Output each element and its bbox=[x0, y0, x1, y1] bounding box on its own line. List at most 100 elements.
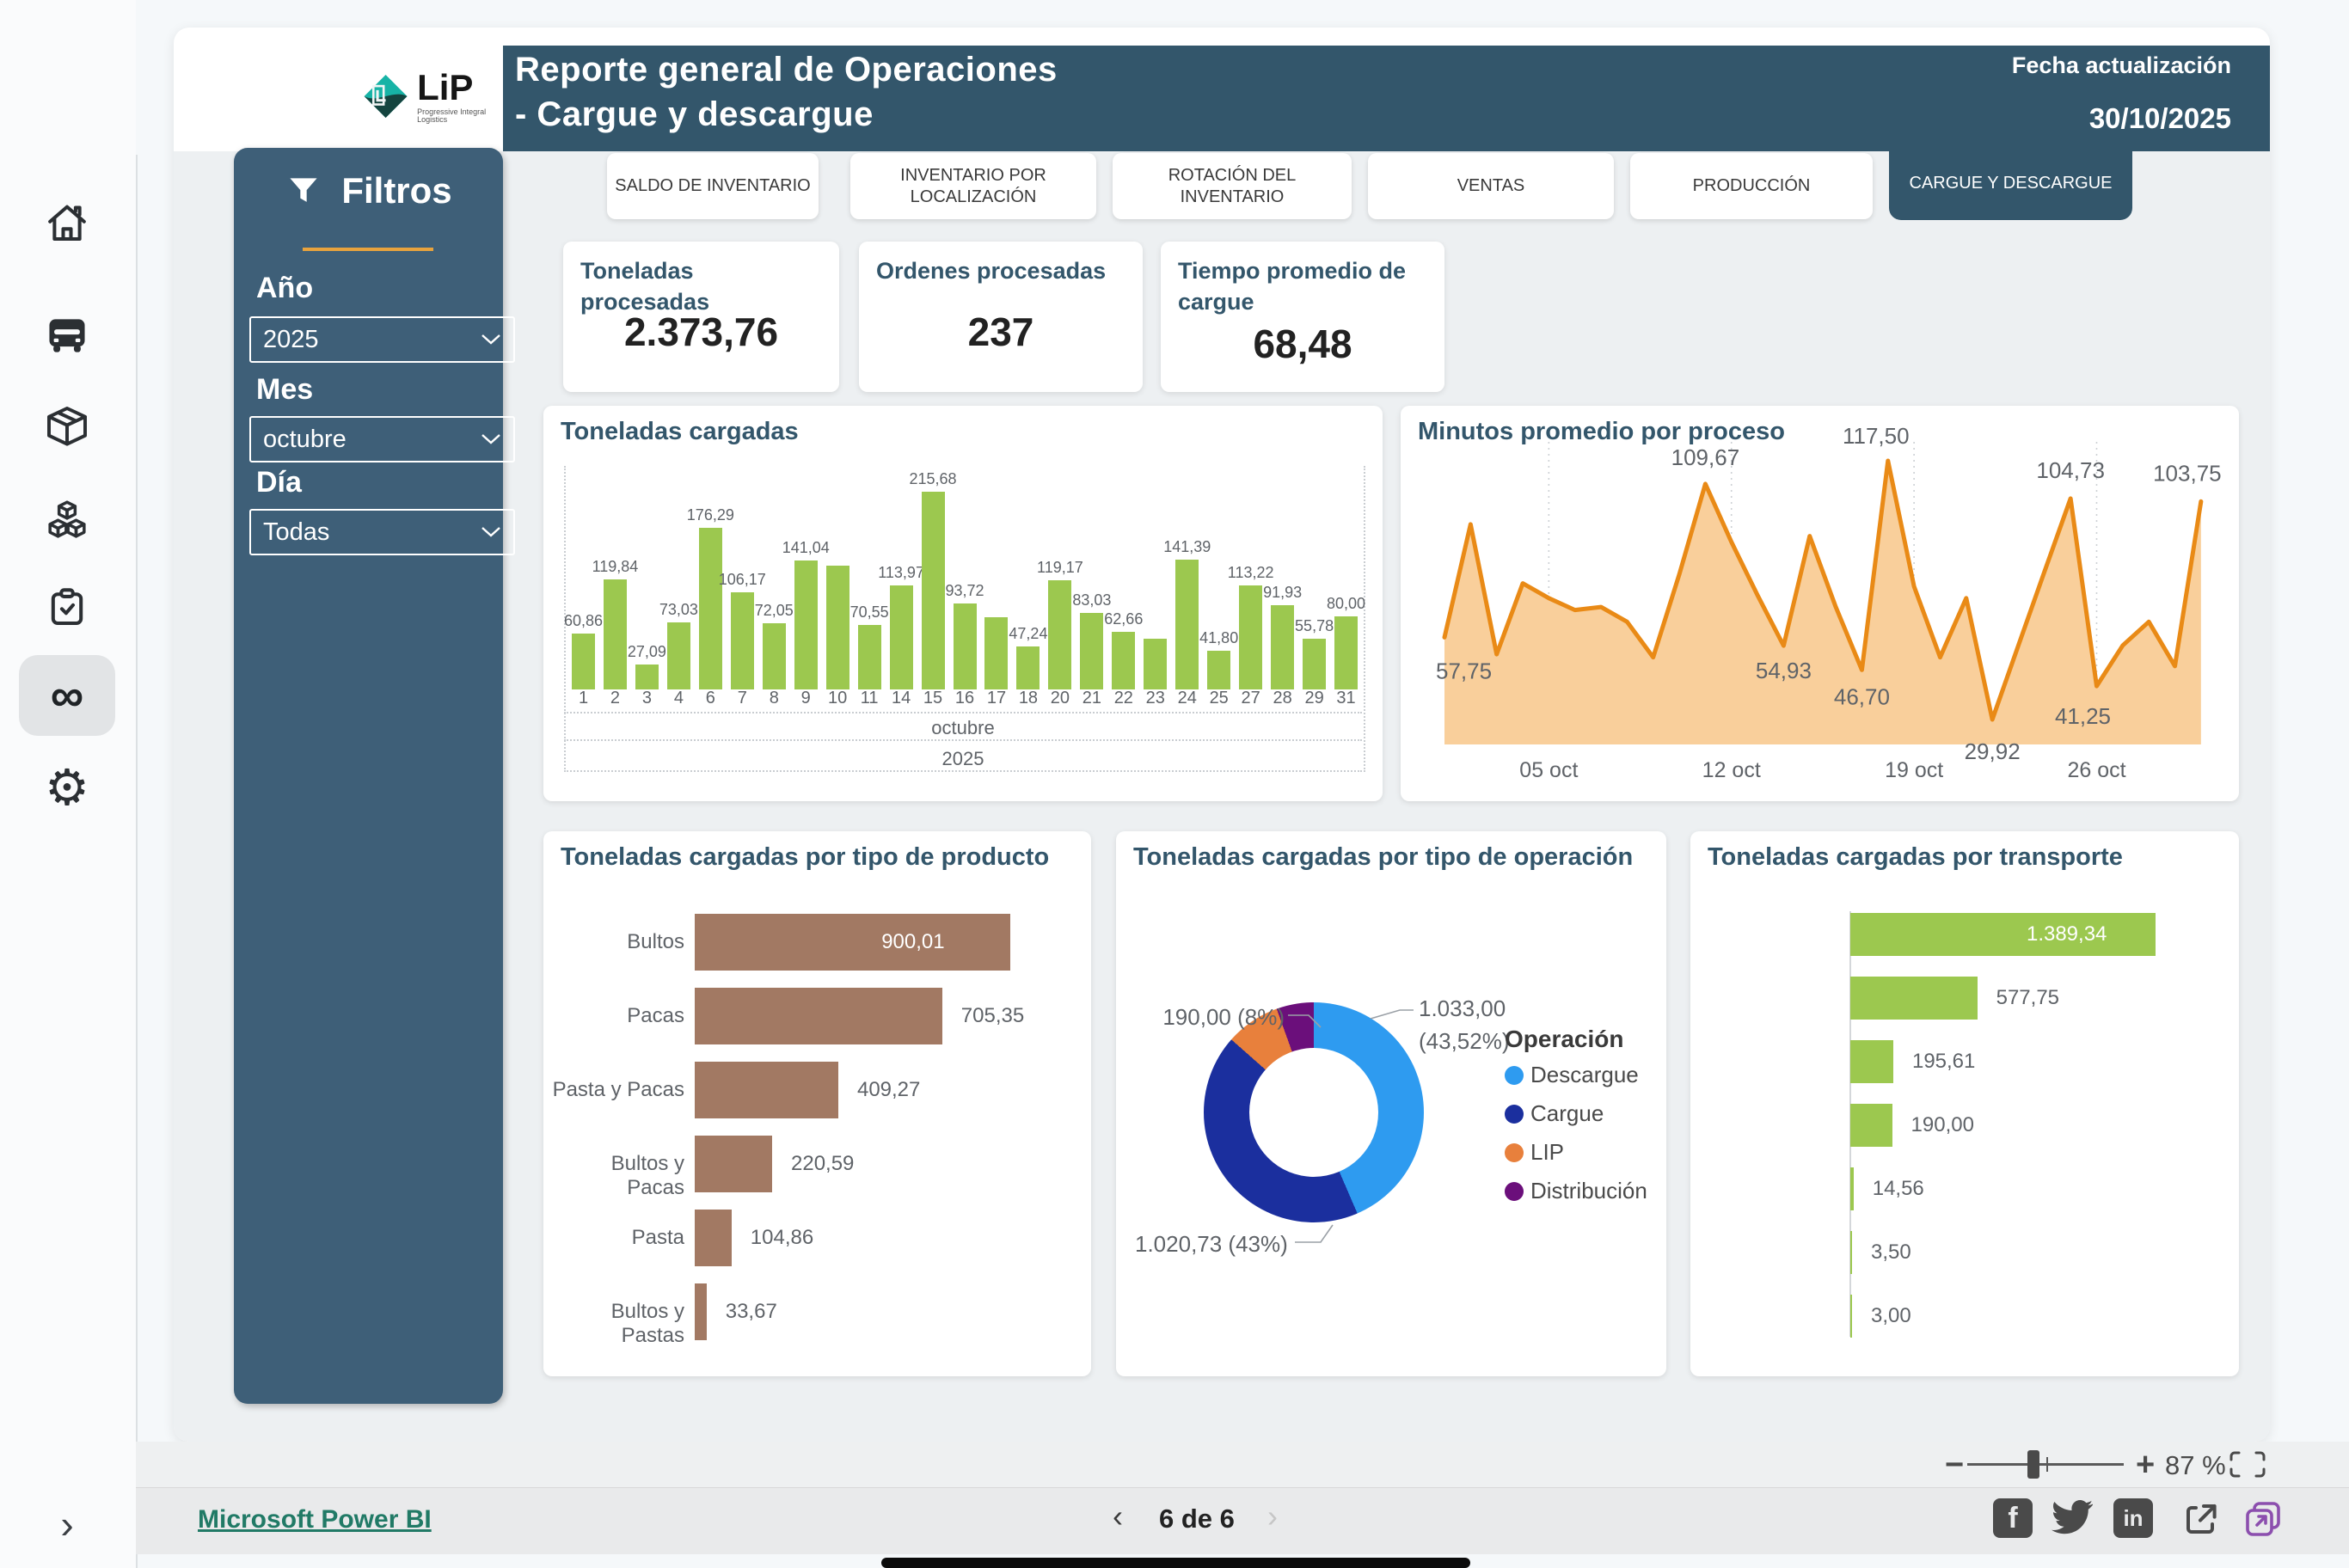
legend-item-cargue[interactable]: Cargue bbox=[1505, 1100, 1604, 1127]
bar-day-3[interactable]: 27,09 bbox=[631, 466, 663, 689]
bar-day-27[interactable]: 113,22 bbox=[1235, 466, 1266, 689]
legend-item-distribución[interactable]: Distribución bbox=[1505, 1178, 1647, 1204]
bar-day-22[interactable]: 62,66 bbox=[1107, 466, 1139, 689]
tab-ventas[interactable]: VENTAS bbox=[1368, 153, 1614, 219]
legend-item-descargue[interactable]: Descargue bbox=[1505, 1062, 1639, 1088]
next-page-chevron[interactable]: › bbox=[1267, 1498, 1278, 1534]
hbar-rows: Bultos900,01Pacas705,35Pasta y Pacas409,… bbox=[543, 831, 1091, 1376]
zoom-out-button[interactable]: − bbox=[1945, 1447, 1964, 1484]
x-tick-label: 27 bbox=[1235, 689, 1266, 708]
legend-item-lip[interactable]: LIP bbox=[1505, 1139, 1564, 1166]
truck-icon[interactable] bbox=[43, 312, 91, 360]
chevron-down-icon bbox=[481, 526, 501, 538]
x-tick-label: 8 bbox=[758, 689, 790, 708]
tab-produccion[interactable]: PRODUCCIÓN bbox=[1630, 153, 1873, 219]
bar-value-label: 104,86 bbox=[751, 1226, 813, 1250]
twitter-icon[interactable] bbox=[2052, 1500, 2093, 1536]
bar-day-9[interactable]: 141,04 bbox=[790, 466, 822, 689]
bar-day-21[interactable]: 83,03 bbox=[1076, 466, 1107, 689]
x-tick-label: 18 bbox=[1012, 689, 1044, 708]
fullscreen-icon[interactable] bbox=[2229, 1450, 2266, 1479]
kpi-value: 2.373,76 bbox=[563, 309, 839, 355]
x-tick-label: 10 bbox=[822, 689, 854, 708]
x-tick-label: 25 bbox=[1203, 689, 1235, 708]
hbar-0[interactable] bbox=[695, 914, 1010, 971]
bar-value-label: 33,67 bbox=[726, 1300, 777, 1324]
hbar-4[interactable] bbox=[695, 1210, 732, 1266]
hbar-3[interactable] bbox=[1850, 1104, 1892, 1147]
filter-dropdown-mes[interactable]: octubre bbox=[249, 416, 515, 462]
bar-day-1[interactable]: 60,86 bbox=[567, 466, 599, 689]
hbar-4[interactable] bbox=[1850, 1167, 1854, 1210]
bar-day-14[interactable]: 113,97 bbox=[886, 466, 917, 689]
bar-day-7[interactable]: 106,17 bbox=[727, 466, 758, 689]
infinity-icon[interactable]: ∞ bbox=[43, 671, 91, 720]
area-chart-canvas[interactable]: 05 oct12 oct19 oct26 oct57,75109,6754,93… bbox=[1401, 406, 2239, 801]
bar-day-17[interactable] bbox=[980, 466, 1012, 689]
settings-gear-icon[interactable]: ⚙ bbox=[43, 764, 91, 812]
share-icon[interactable] bbox=[2180, 1498, 2222, 1540]
bar-day-4[interactable]: 73,03 bbox=[663, 466, 695, 689]
linkedin-icon[interactable]: in bbox=[2113, 1498, 2153, 1538]
legend-dot-icon bbox=[1505, 1066, 1524, 1085]
x-tick-label: 15 bbox=[917, 689, 949, 708]
logo-text: LiP bbox=[417, 70, 507, 106]
facebook-icon[interactable]: f bbox=[1993, 1498, 2033, 1538]
x-tick-label: 7 bbox=[727, 689, 758, 708]
x-tick-label: 28 bbox=[1266, 689, 1298, 708]
legend-dot-icon bbox=[1505, 1105, 1524, 1124]
tab-rotacion-del-inventario[interactable]: ROTACIÓN DEL INVENTARIO bbox=[1113, 153, 1352, 219]
hbar-1[interactable] bbox=[695, 988, 942, 1044]
hbar-2[interactable] bbox=[1850, 1040, 1893, 1083]
hbar-0[interactable] bbox=[1850, 913, 2156, 956]
chart-minutos-promedio: Minutos promedio por proceso 05 oct12 oc… bbox=[1401, 406, 2239, 801]
bar-day-31[interactable]: 80,00 bbox=[1330, 466, 1362, 689]
bar-day-20[interactable]: 119,17 bbox=[1044, 466, 1076, 689]
expand-rail-chevron[interactable]: › bbox=[43, 1500, 91, 1548]
clipboard-check-icon[interactable] bbox=[43, 584, 91, 632]
hbar-3[interactable] bbox=[695, 1136, 772, 1192]
hbar-rows: 1.389,34577,75195,61190,0014,563,503,00 bbox=[1690, 831, 2239, 1376]
powerbi-home-link[interactable]: Microsoft Power BI bbox=[198, 1505, 432, 1534]
bar-day-24[interactable]: 141,39 bbox=[1171, 466, 1203, 689]
donut-label-lip: 190,00 (8%) bbox=[1133, 1001, 1285, 1034]
bar-day-8[interactable]: 72,05 bbox=[758, 466, 790, 689]
kpi-card-ordenes-procesadas: Ordenes procesadas 237 bbox=[859, 242, 1143, 392]
report-title-line1: Reporte general de Operaciones bbox=[515, 51, 1058, 89]
powerbi-external-icon[interactable] bbox=[2242, 1498, 2284, 1540]
zoom-slider-handle[interactable] bbox=[2027, 1450, 2039, 1479]
bar-day-18[interactable]: 47,24 bbox=[1012, 466, 1044, 689]
gear-glyph: ⚙ bbox=[45, 763, 89, 813]
filter-dropdown-dia[interactable]: Todas bbox=[249, 509, 515, 555]
bar-day-23[interactable] bbox=[1139, 466, 1171, 689]
filter-dropdown-ano[interactable]: 2025 bbox=[249, 316, 515, 363]
tab-saldo-de-inventario[interactable]: SALDO DE INVENTARIO bbox=[607, 153, 819, 219]
hbar-6[interactable] bbox=[1850, 1295, 1852, 1338]
filters-panel: Filtros Año 2025 Mes octubre Día Todas bbox=[234, 148, 503, 1404]
bar-day-16[interactable]: 93,72 bbox=[949, 466, 981, 689]
kpi-value: 237 bbox=[859, 309, 1143, 355]
home-icon[interactable] bbox=[43, 199, 91, 248]
x-tick-label: 29 bbox=[1298, 689, 1330, 708]
x-tick-label: 31 bbox=[1330, 689, 1362, 708]
hbar-5[interactable] bbox=[1850, 1231, 1852, 1274]
update-date-value: 30/10/2025 bbox=[2089, 102, 2231, 135]
chevron-down-icon bbox=[481, 433, 501, 445]
svg-text:109,67: 109,67 bbox=[1671, 444, 1740, 470]
tab-cargue-y-descargue[interactable]: CARGUE Y DESCARGUE bbox=[1889, 146, 2132, 220]
zoom-slider-track[interactable] bbox=[1967, 1463, 2124, 1466]
bar-day-28[interactable]: 91,93 bbox=[1266, 466, 1298, 689]
bar-day-29[interactable]: 55,78 bbox=[1298, 466, 1330, 689]
svg-text:54,93: 54,93 bbox=[1756, 658, 1812, 683]
prev-page-chevron[interactable]: ‹ bbox=[1113, 1498, 1123, 1534]
hbar-1[interactable] bbox=[1850, 977, 1978, 1020]
tab-inventario-por-localizacion[interactable]: INVENTARIO POR LOCALIZACIÓN bbox=[850, 153, 1096, 219]
zoom-in-button[interactable]: + bbox=[2136, 1447, 2155, 1484]
hbar-5[interactable] bbox=[695, 1283, 707, 1340]
cubes-icon[interactable] bbox=[43, 495, 91, 543]
bar-day-15[interactable]: 215,68 bbox=[917, 466, 949, 689]
bar-day-10[interactable] bbox=[822, 466, 854, 689]
hbar-2[interactable] bbox=[695, 1062, 838, 1118]
package-icon[interactable] bbox=[43, 402, 91, 450]
legend-title: Operación bbox=[1505, 1026, 1623, 1053]
